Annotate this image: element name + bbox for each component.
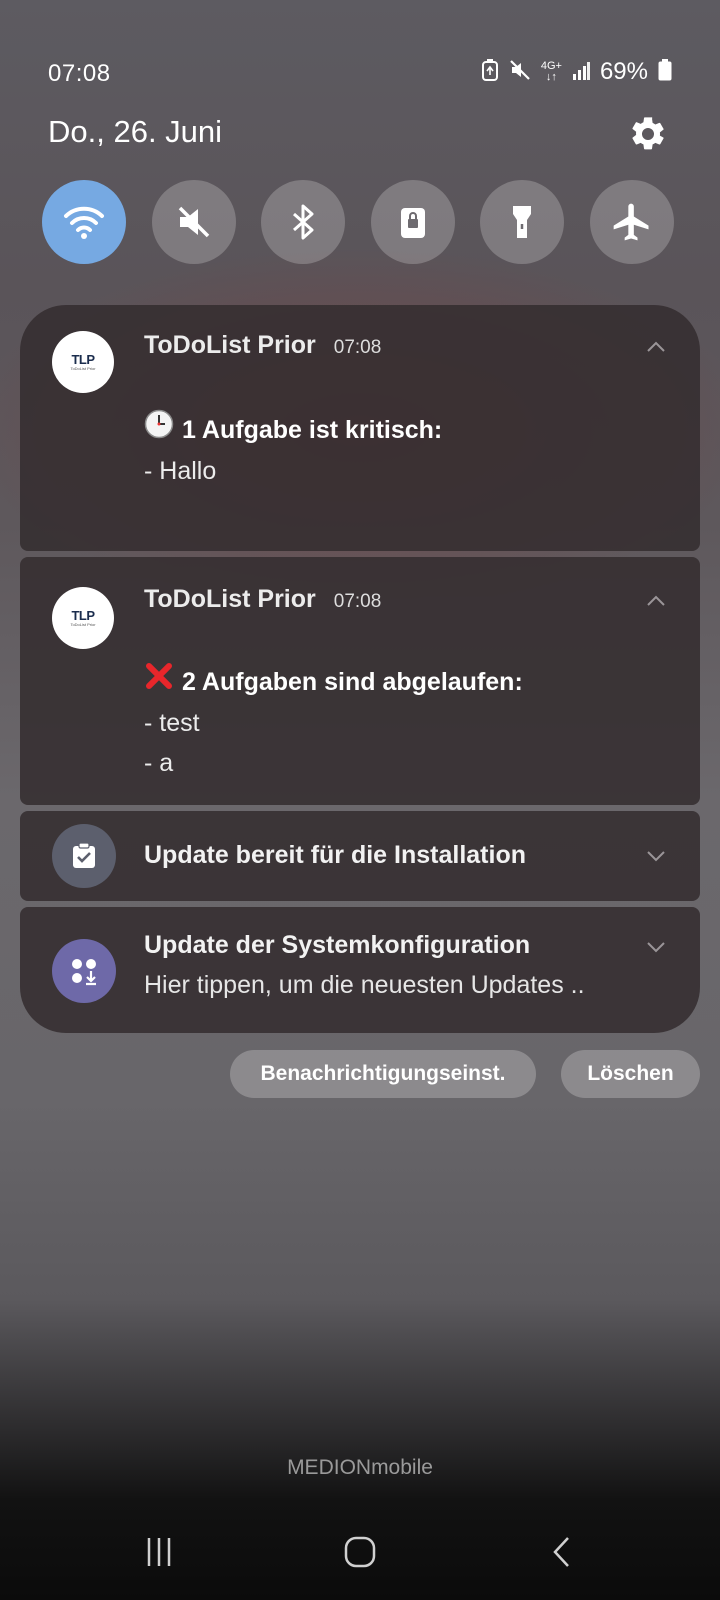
date-label: Do., 26. Juni [48, 114, 223, 149]
notification-time: 07:08 [333, 591, 382, 612]
chevron-down-icon[interactable] [644, 844, 668, 868]
clock-icon [144, 409, 174, 451]
notification-header: ToDoList Prior 07:08 [144, 585, 381, 614]
checklist-icon [52, 824, 116, 888]
notification-title: Update der Systemkonfiguration [144, 931, 531, 959]
logo-mark: TLP [71, 352, 95, 367]
apps-update-icon [52, 939, 116, 1003]
notification-panel: TLP ToDoList Prior ToDoList Prior 07:08 … [20, 305, 700, 1039]
notification-todolist-expired[interactable]: TLP ToDoList Prior ToDoList Prior 07:08 … [20, 557, 700, 805]
carrier-suffix: mobile [371, 1456, 433, 1479]
notification-title: Update bereit für die Installation [144, 841, 526, 869]
logo-subtext: ToDoList Prior [70, 366, 96, 371]
notification-subtitle: Hier tippen, um die neuesten Updates .. [144, 971, 585, 999]
logo-subtext: ToDoList Prior [70, 622, 96, 627]
flashlight-icon [513, 206, 532, 238]
network-type: 4G+ [540, 60, 562, 72]
carrier-prefix: MEDION [287, 1456, 372, 1479]
back-icon [553, 1537, 569, 1567]
cross-mark-icon [144, 661, 174, 703]
app-logo: TLP ToDoList Prior [52, 587, 114, 649]
home-button[interactable] [328, 1520, 392, 1584]
battery-icon [658, 58, 672, 86]
notification-headline: 2 Aufgaben sind abgelaufen: [144, 661, 523, 703]
bluetooth-icon [293, 204, 314, 240]
chevron-up-icon[interactable] [644, 335, 668, 359]
back-button[interactable] [530, 1520, 594, 1584]
lock-icon [400, 208, 425, 238]
airplane-icon [613, 203, 649, 241]
signal-icon [572, 60, 590, 85]
logo-mark: TLP [71, 608, 95, 623]
notification-update-ready[interactable]: Update bereit für die Installation [20, 811, 700, 901]
clear-button[interactable]: Löschen [561, 1050, 700, 1098]
bluetooth-toggle[interactable] [261, 180, 346, 264]
notification-body: 2 Aufgaben sind abgelaufen: - test - a [144, 661, 523, 783]
airplane-toggle[interactable] [589, 180, 674, 264]
gear-icon[interactable] [628, 114, 668, 154]
notification-headline: 1 Aufgabe ist kritisch: [144, 409, 442, 451]
navigation-bar [0, 1520, 720, 1584]
battery-saver-icon [481, 58, 499, 86]
task-line: - a [144, 749, 174, 777]
quick-settings-toggles [42, 180, 674, 264]
status-icons: 4G+ ↓↑ 69% [481, 58, 672, 86]
mute-icon [178, 206, 209, 238]
mute-icon [509, 59, 531, 86]
app-name: ToDoList Prior [144, 331, 316, 359]
notification-time: 07:08 [333, 337, 382, 358]
sound-toggle[interactable] [151, 180, 236, 264]
notification-settings-button[interactable]: Benachrichtigungseinst. [230, 1050, 536, 1098]
task-line: - test [144, 709, 200, 737]
chevron-up-icon[interactable] [644, 589, 668, 613]
notification-system-config[interactable]: Update der Systemkonfiguration Hier tipp… [20, 907, 700, 1033]
wifi-toggle[interactable] [42, 180, 126, 264]
network-4g-icon: 4G+ ↓↑ [540, 60, 562, 83]
battery-percent: 69% [599, 58, 648, 85]
headline-text: 1 Aufgabe ist kritisch: [182, 416, 443, 444]
wifi-icon [64, 206, 104, 239]
recent-apps-button[interactable] [127, 1520, 191, 1584]
notification-body: 1 Aufgabe ist kritisch: - Hallo [144, 409, 442, 491]
app-logo: TLP ToDoList Prior [52, 331, 114, 393]
rotation-lock-toggle[interactable] [370, 180, 455, 264]
chevron-down-icon[interactable] [644, 935, 668, 959]
headline-text: 2 Aufgaben sind abgelaufen: [182, 668, 523, 696]
task-line: - Hallo [144, 457, 217, 485]
notification-header: ToDoList Prior 07:08 [144, 331, 381, 360]
home-icon [344, 1536, 376, 1568]
status-time: 07:08 [48, 60, 111, 87]
recent-apps-icon [147, 1538, 171, 1566]
carrier-label: MEDIONmobile [0, 1456, 720, 1480]
app-name: ToDoList Prior [144, 585, 316, 613]
flashlight-toggle[interactable] [480, 180, 565, 264]
notification-todolist-critical[interactable]: TLP ToDoList Prior ToDoList Prior 07:08 … [20, 305, 700, 551]
